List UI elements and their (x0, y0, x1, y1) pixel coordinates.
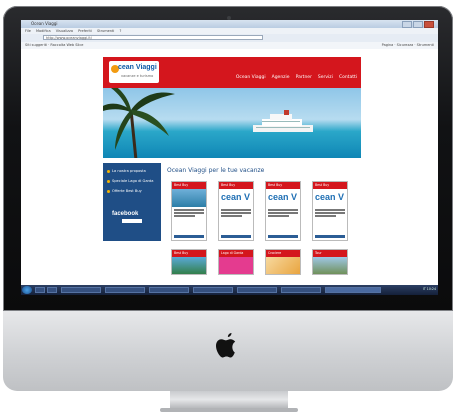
taskbar-app[interactable] (47, 287, 57, 293)
ocean-viaggi-site: cean Viaggi vacanze e turismo Ocean Viag… (103, 57, 361, 285)
offer-card[interactable]: Tour (312, 249, 348, 275)
window-controls (402, 21, 434, 28)
maximize-button[interactable] (413, 21, 423, 28)
offer-photo (313, 257, 347, 274)
offer-details-button[interactable] (221, 235, 251, 238)
sidebar-item-lago-di-garda[interactable]: Speciale Lago di Garda (107, 179, 153, 183)
offer-card[interactable]: Best Buy cean V (218, 181, 254, 241)
nav-servizi[interactable]: Servizi (318, 75, 333, 80)
browser-titlebar: Ocean Viaggi (21, 20, 438, 28)
nav-partner[interactable]: Partner (296, 75, 312, 80)
facebook-like-button[interactable] (122, 219, 142, 223)
apple-logo-icon (216, 333, 236, 358)
nav-contatti[interactable]: Contatti (339, 75, 357, 80)
sidebar: La nostra proposta Speciale Lago di Gard… (103, 163, 161, 241)
offer-card-header: Crociere (266, 250, 300, 257)
nav-ocean-viaggi[interactable]: Ocean Viaggi (236, 75, 266, 80)
taskbar-app[interactable] (35, 287, 45, 293)
offer-card-header: Best Buy (172, 250, 206, 257)
web-page: cean Viaggi vacanze e turismo Ocean Viag… (21, 49, 438, 285)
address-input[interactable]: http://www.oceanviaggi.it/ (43, 35, 263, 40)
facebook-label: facebook (112, 211, 139, 217)
taskbar-app[interactable] (105, 287, 145, 293)
monitor-stand (160, 391, 298, 412)
main-title: Ocean Viaggi per le tue vacanze (167, 167, 265, 174)
offer-card[interactable]: Best Buy cean V (312, 181, 348, 241)
taskbar-app[interactable] (61, 287, 101, 293)
offer-photo (266, 257, 300, 274)
menu-view[interactable]: Visualizza (56, 29, 73, 33)
offer-card[interactable]: Best Buy (171, 181, 207, 241)
taskbar-app[interactable] (237, 287, 277, 293)
bookmarks-left[interactable]: Siti suggeriti · Raccolta Web Slice (25, 43, 83, 47)
offer-card-header: Best Buy (172, 182, 206, 189)
offer-card-header: Best Buy (266, 182, 300, 189)
taskbar-app[interactable] (193, 287, 233, 293)
screen: Ocean Viaggi File Modifica Visualizza Pr… (21, 20, 438, 295)
offer-card-header: Tour (313, 250, 347, 257)
menu-edit[interactable]: Modifica (36, 29, 51, 33)
offer-card-header: Best Buy (313, 182, 347, 189)
offer-card[interactable]: Crociere (265, 249, 301, 275)
offer-details-button[interactable] (315, 235, 345, 238)
logo-subtitle: vacanze e turismo (121, 74, 154, 78)
offer-logo-image: cean V (313, 189, 347, 207)
facebook-badge[interactable]: facebook (112, 211, 152, 235)
monitor-chin (3, 311, 453, 391)
nav-agenzie[interactable]: Agenzie (272, 75, 290, 80)
imac-computer: Ocean Viaggi File Modifica Visualizza Pr… (0, 0, 458, 412)
offer-logo-text: cean V (268, 192, 298, 202)
hero-banner (103, 88, 361, 158)
offer-card-header: Best Buy (219, 182, 253, 189)
main-nav: Ocean Viaggi Agenzie Partner Servizi Con… (236, 75, 357, 80)
taskbar: IT 10:24 (21, 285, 438, 295)
offer-card[interactable]: Lago di Garda (218, 249, 254, 275)
offer-logo-text: cean V (221, 192, 251, 202)
taskbar-app-active[interactable] (325, 287, 381, 293)
start-button[interactable] (22, 286, 32, 294)
offer-logo-image: cean V (219, 189, 253, 207)
minimize-button[interactable] (402, 21, 412, 28)
palm-tree-icon (103, 88, 175, 158)
offer-text (219, 207, 253, 220)
taskbar-app[interactable] (281, 287, 321, 293)
offer-text (313, 207, 347, 220)
menu-favorites[interactable]: Preferiti (78, 29, 92, 33)
offer-photo (219, 257, 253, 274)
menu-file[interactable]: File (25, 29, 31, 33)
offer-card-header: Lago di Garda (219, 250, 253, 257)
offer-logo-text: cean V (315, 192, 345, 202)
offer-details-button[interactable] (174, 235, 204, 238)
site-header: cean Viaggi vacanze e turismo Ocean Viag… (103, 57, 361, 88)
logo-text: cean Viaggi (118, 64, 157, 71)
offer-text (266, 207, 300, 220)
offer-logo-image: cean V (266, 189, 300, 207)
taskbar-app[interactable] (149, 287, 189, 293)
offer-card[interactable]: Best Buy cean V (265, 181, 301, 241)
menu-tools[interactable]: Strumenti (97, 29, 114, 33)
site-logo[interactable]: cean Viaggi vacanze e turismo (109, 61, 159, 83)
window-title: Ocean Viaggi (31, 21, 58, 26)
offer-photo (172, 189, 206, 207)
menu-help[interactable]: ? (119, 29, 121, 33)
offer-details-button[interactable] (268, 235, 298, 238)
cruise-ship-icon (253, 110, 313, 132)
close-button[interactable] (424, 21, 434, 28)
sidebar-item-proposta[interactable]: La nostra proposta (107, 169, 146, 173)
offer-text (172, 207, 206, 220)
command-bar[interactable]: Pagina · Sicurezza · Strumenti (382, 42, 434, 49)
offer-card[interactable]: Best Buy (171, 249, 207, 275)
system-tray: IT 10:24 (422, 287, 436, 291)
offer-photo (172, 257, 206, 274)
sidebar-item-best-buy[interactable]: Offerte Best Buy (107, 189, 142, 193)
